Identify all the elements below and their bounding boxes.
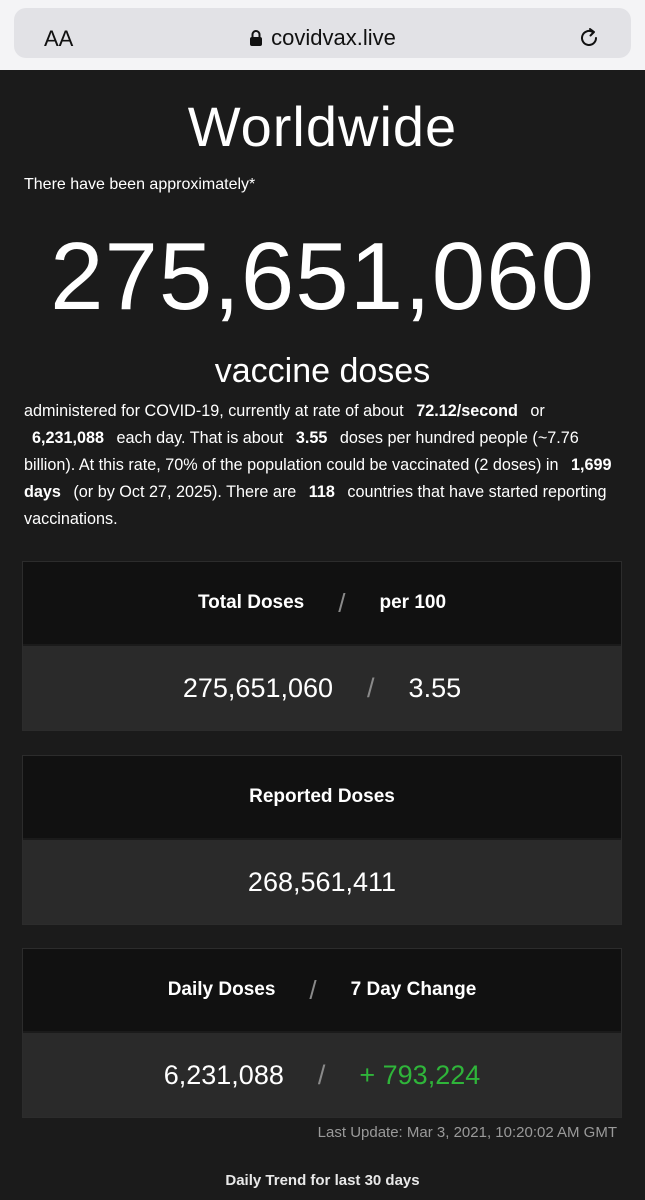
rate-value: 72.12/second: [416, 402, 518, 420]
separator: /: [317, 1059, 326, 1090]
card-header: Total Doses / per 100: [23, 562, 621, 646]
url-field[interactable]: AA covidvax.live: [14, 8, 631, 58]
page-content: Worldwide There have been approximately*…: [0, 72, 645, 1200]
summary-text-3: each day. That is about: [116, 429, 284, 447]
countries-value: 118: [308, 483, 335, 501]
seven-day-change-value: + 793,224: [359, 1059, 481, 1090]
summary-text-5: (or by Oct 27, 2025). There are: [73, 483, 297, 501]
card-body: 275,651,060 / 3.55: [23, 646, 621, 730]
summary-paragraph: administered for COVID-19, currently at …: [24, 398, 624, 533]
reported-doses-value: 268,561,411: [247, 866, 397, 897]
per100-label: per 100: [379, 592, 447, 613]
per100-value: 3.55: [295, 429, 328, 447]
separator: /: [367, 672, 375, 703]
reload-icon[interactable]: [577, 26, 601, 55]
card-header: Reported Doses: [23, 756, 621, 840]
daily-doses-label: Daily Doses: [167, 979, 276, 1000]
trend-section-title: Daily Trend for last 30 days: [225, 1172, 420, 1189]
card-body: 268,561,411: [23, 840, 621, 924]
reported-doses-label: Reported Doses: [249, 786, 395, 807]
separator: /: [338, 587, 346, 618]
total-doses-value: 275,651,060: [182, 672, 334, 703]
card-header: Daily Doses / 7 Day Change: [23, 949, 621, 1033]
reported-doses-card: Reported Doses 268,561,411: [22, 755, 622, 925]
daily-value: 6,231,088: [32, 429, 105, 447]
daily-doses-value: 6,231,088: [163, 1059, 284, 1090]
page-title: Worldwide: [187, 95, 458, 158]
lock-icon: [249, 27, 263, 53]
browser-address-bar: AA covidvax.live: [0, 0, 645, 70]
card-body: 6,231,088 / + 793,224: [23, 1033, 621, 1117]
last-update-timestamp: Last Update: Mar 3, 2021, 10:20:02 AM GM…: [317, 1124, 617, 1141]
total-doses-counter: 275,651,060: [50, 223, 595, 330]
separator: /: [309, 974, 317, 1005]
intro-text: There have been approximately*: [24, 176, 256, 193]
per100-card-value: 3.55: [408, 672, 462, 703]
summary-text-1: administered for COVID-19, currently at …: [24, 402, 404, 420]
url-text: covidvax.live: [271, 25, 396, 50]
unit-label: vaccine doses: [214, 352, 431, 390]
seven-day-change-label: 7 Day Change: [350, 979, 477, 1000]
total-doses-label: Total Doses: [197, 592, 305, 613]
url-display[interactable]: covidvax.live: [14, 25, 631, 53]
summary-text-2: or: [530, 402, 545, 420]
total-doses-card: Total Doses / per 100 275,651,060 / 3.55: [22, 561, 622, 731]
daily-doses-card: Daily Doses / 7 Day Change 6,231,088 / +…: [22, 948, 622, 1118]
